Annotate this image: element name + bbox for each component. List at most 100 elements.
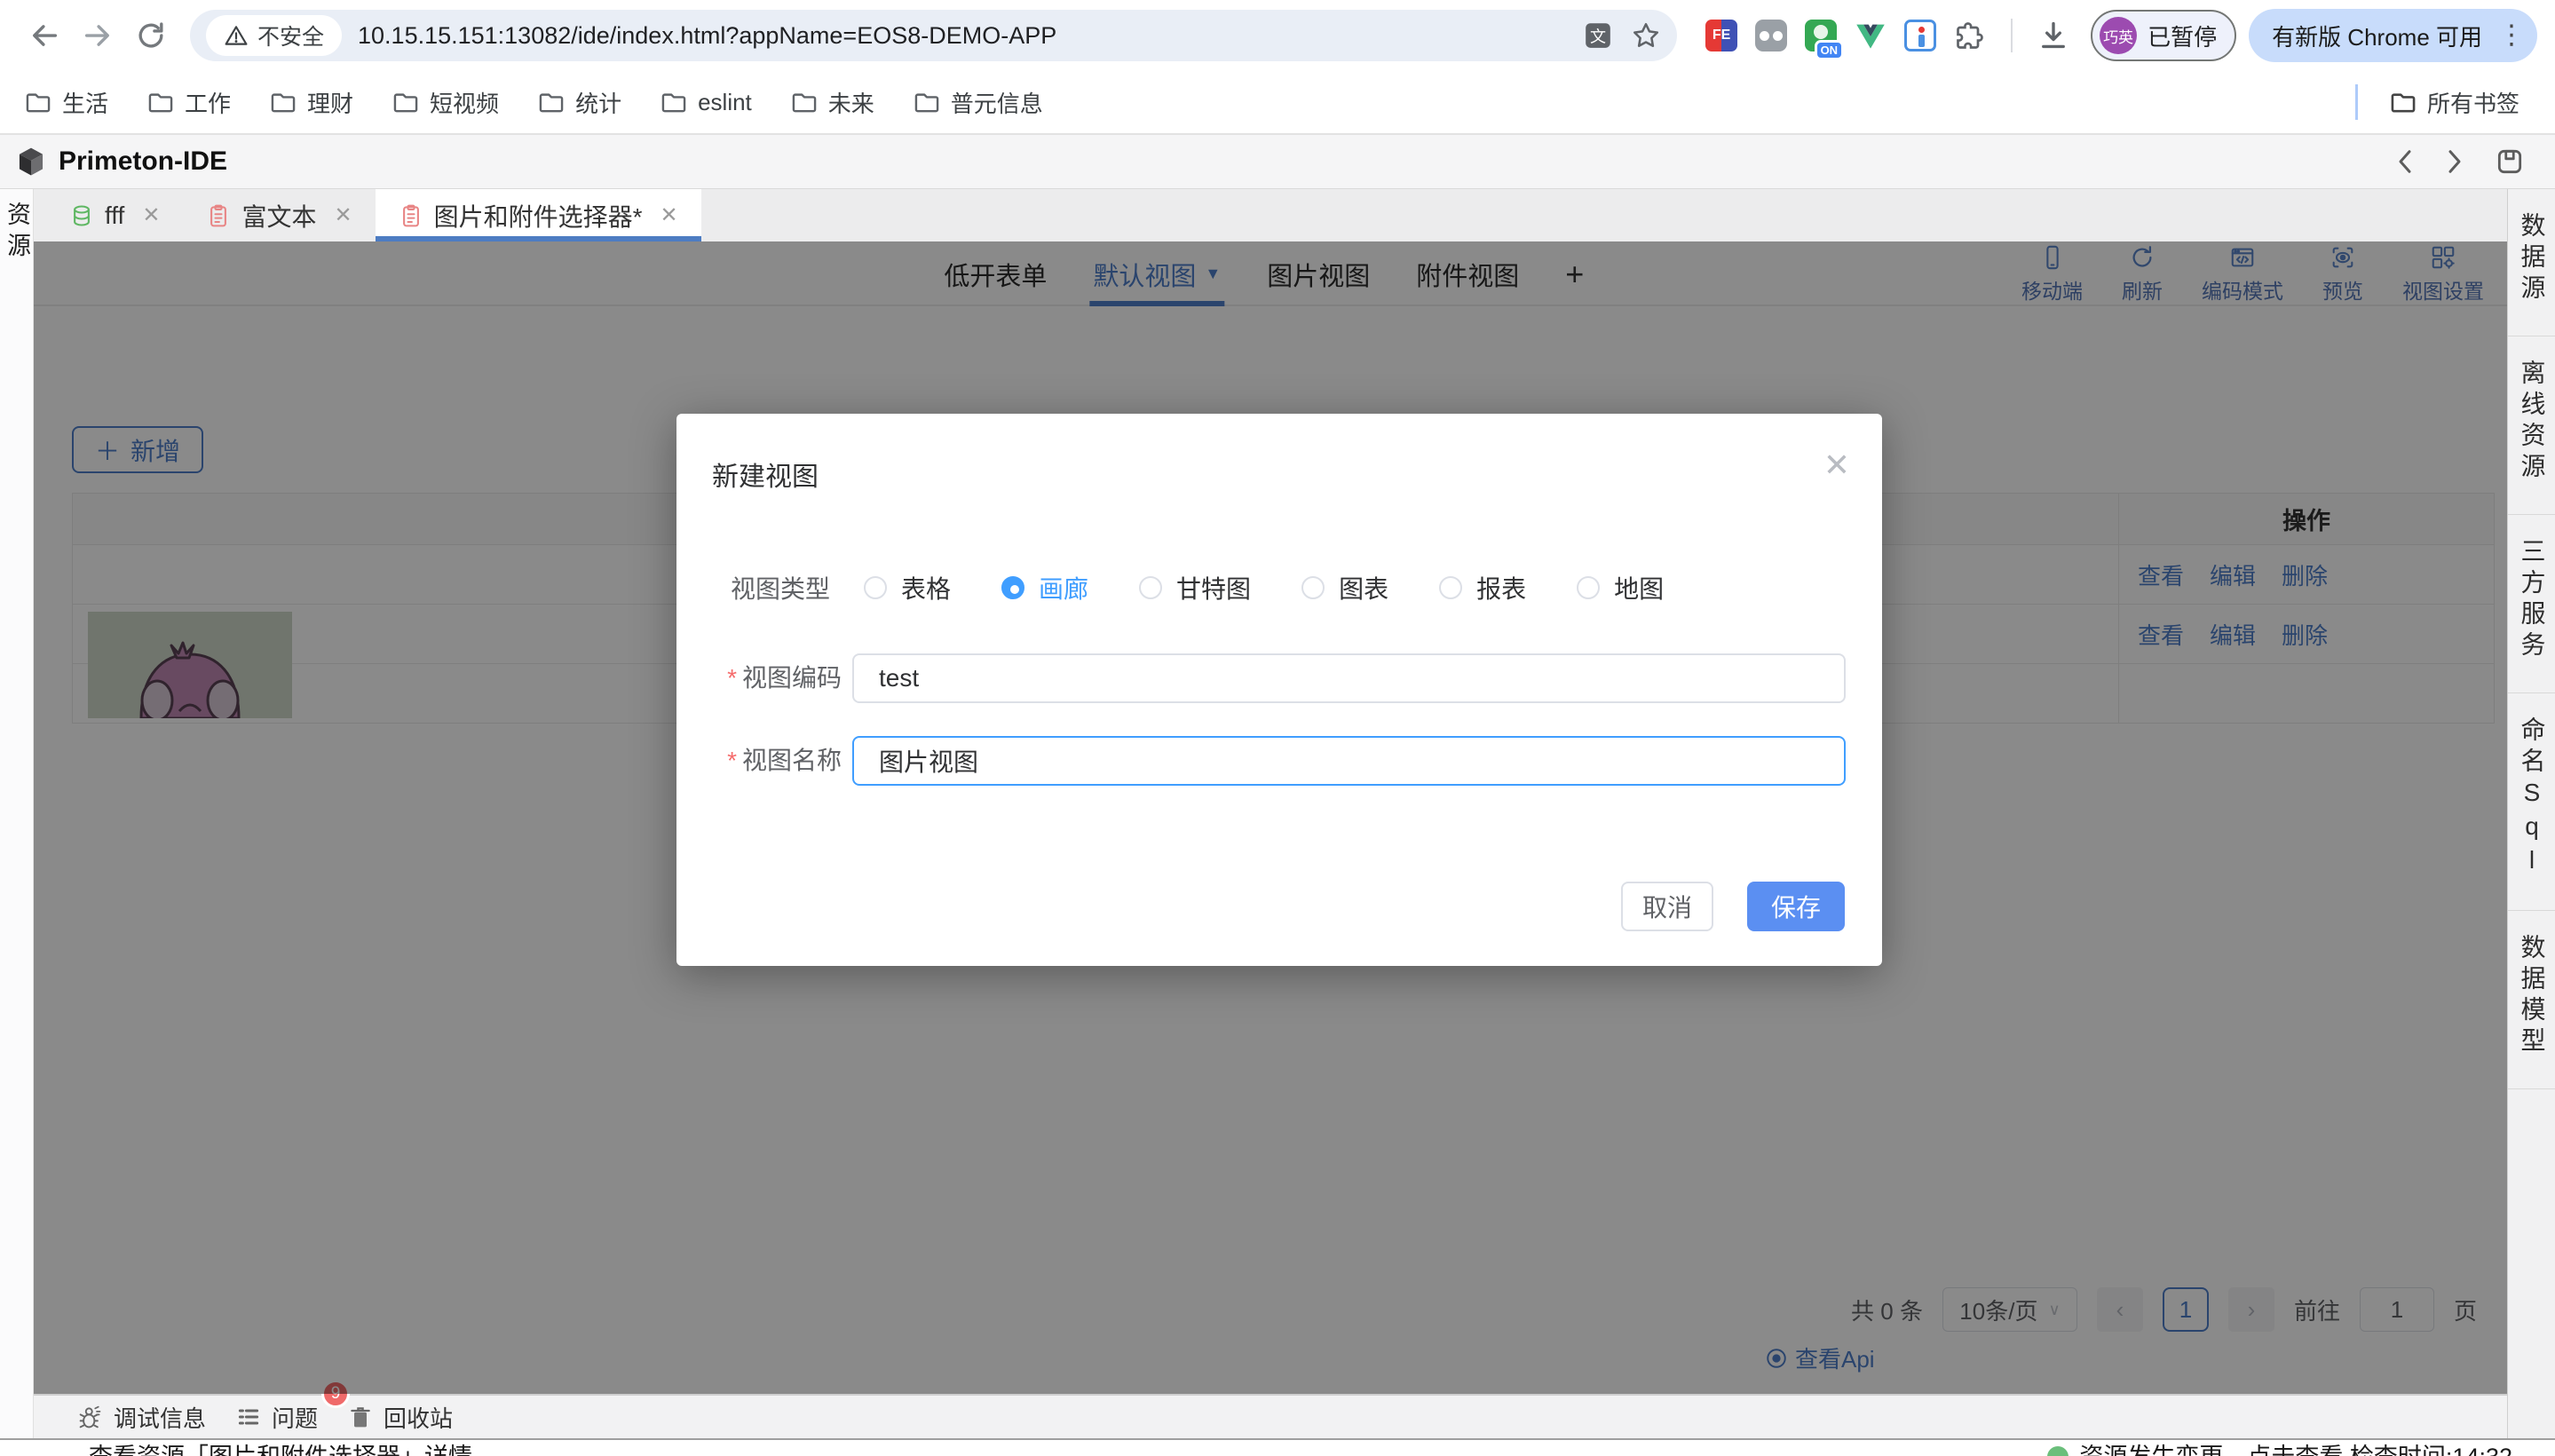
sidebar-item-datasource[interactable]: 数据源 (2508, 189, 2555, 336)
bookmarks-bar: 生活 工作 理财 短视频 统计 eslint 未来 普元信息 所有书签 (0, 71, 2555, 133)
view-type-label: 视图类型 (731, 570, 830, 605)
extensions-puzzle-icon[interactable] (1954, 20, 1986, 51)
radio-icon (1139, 576, 1162, 599)
profile-status: 已暂停 (2148, 20, 2217, 52)
bookmark-folder[interactable]: 未来 (791, 86, 874, 119)
recycle-bin-button[interactable]: 回收站 (348, 1401, 453, 1434)
bookmark-folder[interactable]: 普元信息 (914, 86, 1043, 119)
radio-icon (864, 576, 887, 599)
problems-button[interactable]: 问题 9 (236, 1401, 318, 1434)
kebab-menu-icon[interactable]: ⋮ (2498, 22, 2525, 49)
bookmark-folder[interactable]: 工作 (147, 86, 231, 119)
bottom-panel-bar: 调试信息 问题 9 回收站 (34, 1394, 2507, 1438)
status-change-notice[interactable]: 资源发生变更，点击查看 检查时间:14:32 (2047, 1442, 2512, 1456)
forward-icon[interactable] (78, 16, 117, 55)
warning-icon (224, 23, 249, 48)
view-name-label: 视图名称 (742, 747, 842, 774)
app-title: Primeton-IDE (59, 146, 227, 177)
dots-extension-icon[interactable] (1755, 20, 1787, 51)
close-icon[interactable]: ✕ (334, 202, 352, 228)
dialog-title: 新建视图 (712, 455, 819, 494)
bookmark-folder[interactable]: 统计 (538, 86, 621, 119)
tab-label: 富文本 (241, 198, 316, 233)
new-view-dialog: 新建视图 ✕ 视图类型 表格 画廊 甘特图 图表 报表 地图 *视图编码 *视图… (676, 414, 1882, 966)
extensions-row: FE ON (1705, 19, 2069, 52)
save-button[interactable]: 保存 (1747, 882, 1845, 931)
reload-icon[interactable] (131, 16, 170, 55)
on-extension-icon[interactable]: ON (1805, 20, 1837, 51)
translate-icon[interactable]: 文 (1583, 20, 1613, 51)
back-icon[interactable] (25, 16, 64, 55)
view-code-label: 视图编码 (742, 664, 842, 692)
tab-label: 图片和附件选择器* (434, 198, 643, 233)
toolbar-divider (2011, 19, 2013, 52)
cancel-button[interactable]: 取消 (1621, 882, 1713, 931)
radio-icon (1301, 576, 1325, 599)
on-badge: ON (1815, 40, 1845, 60)
database-icon (69, 203, 94, 228)
status-bar: 查看资源「图片和附件选择器」详情 资源发生变更，点击查看 检查时间:14:32 (0, 1438, 2555, 1456)
sidebar-item-named-sql[interactable]: 命名Sql (2508, 693, 2555, 911)
view-code-field: *视图编码 (676, 653, 1882, 703)
radio-chart[interactable]: 图表 (1301, 570, 1388, 605)
bookmark-folder[interactable]: eslint (661, 89, 752, 116)
url-text[interactable]: 10.15.15.151:13082/ide/index.html?appNam… (358, 22, 1583, 50)
radio-icon (1439, 576, 1462, 599)
resource-rail-label: 资源 (0, 202, 35, 264)
radio-report[interactable]: 报表 (1439, 570, 1526, 605)
radio-gantt[interactable]: 甘特图 (1139, 570, 1251, 605)
vue-extension-icon[interactable] (1855, 20, 1887, 51)
view-name-input[interactable] (852, 736, 1846, 786)
radio-table[interactable]: 表格 (864, 570, 951, 605)
svg-text:文: 文 (1590, 28, 1606, 45)
bookmark-folder[interactable]: 理财 (270, 86, 353, 119)
chrome-update-button[interactable]: 有新版 Chrome 可用 ⋮ (2249, 9, 2537, 62)
radio-icon (1577, 576, 1600, 599)
form-icon (206, 203, 231, 228)
close-icon[interactable]: ✕ (1823, 449, 1850, 481)
bug-icon (78, 1405, 103, 1429)
tab-image-attachment-selector[interactable]: 图片和附件选择器* ✕ (376, 189, 701, 241)
bookmark-folder[interactable]: 生活 (25, 86, 108, 119)
radio-map[interactable]: 地图 (1577, 570, 1664, 605)
fe-extension-icon[interactable]: FE (1705, 20, 1737, 51)
view-code-input[interactable] (852, 653, 1846, 703)
close-icon[interactable]: ✕ (142, 202, 160, 228)
sidebar-item-third-party-service[interactable]: 三方服务 (2508, 515, 2555, 693)
tab-richtext[interactable]: 富文本 ✕ (183, 189, 375, 241)
save-all-icon[interactable] (2495, 146, 2525, 177)
sidebar-item-data-model[interactable]: 数据模型 (2508, 911, 2555, 1089)
browser-toolbar: 不安全 10.15.15.151:13082/ide/index.html?ap… (0, 0, 2555, 71)
bookmark-folder[interactable]: 短视频 (392, 86, 499, 119)
security-label: 不安全 (257, 20, 324, 51)
status-resource-text: 查看资源「图片和附件选择器」详情 (89, 1442, 472, 1456)
list-icon (236, 1405, 261, 1429)
update-label: 有新版 Chrome 可用 (2272, 20, 2482, 52)
all-bookmarks-button[interactable]: 所有书签 (2390, 86, 2519, 119)
profile-chip[interactable]: 巧英 已暂停 (2091, 10, 2236, 61)
history-back-icon[interactable] (2395, 148, 2415, 175)
view-type-field: 视图类型 表格 画廊 甘特图 图表 报表 地图 (731, 570, 1714, 605)
app-titlebar: Primeton-IDE (0, 133, 2555, 189)
editor-tabstrip: fff ✕ 富文本 ✕ 图片和附件选择器* ✕ (34, 189, 2507, 241)
tab-label: fff (105, 202, 124, 230)
downloads-icon[interactable] (2037, 20, 2069, 51)
avatar: 巧英 (2100, 17, 2137, 54)
bookmark-star-icon[interactable] (1631, 20, 1661, 51)
blue-extension-icon[interactable] (1904, 20, 1936, 51)
radio-gallery[interactable]: 画廊 (1001, 570, 1088, 605)
history-forward-icon[interactable] (2445, 148, 2464, 175)
debug-info-button[interactable]: 调试信息 (78, 1401, 206, 1434)
address-bar[interactable]: 不安全 10.15.15.151:13082/ide/index.html?ap… (190, 10, 1677, 61)
resource-rail[interactable]: 资源 (0, 189, 34, 1438)
app-logo-icon (14, 145, 48, 178)
trash-icon (348, 1405, 373, 1429)
status-dot-icon (2047, 1446, 2069, 1456)
required-asterisk: * (727, 747, 737, 774)
tab-fff[interactable]: fff ✕ (46, 189, 183, 241)
view-name-field: *视图名称 (676, 736, 1882, 786)
close-icon[interactable]: ✕ (660, 202, 677, 228)
security-chip[interactable]: 不安全 (206, 15, 342, 56)
sidebar-item-offline-resource[interactable]: 离线资源 (2508, 336, 2555, 515)
right-sidebar: 数据源 离线资源 三方服务 命名Sql 数据模型 (2507, 189, 2555, 1438)
